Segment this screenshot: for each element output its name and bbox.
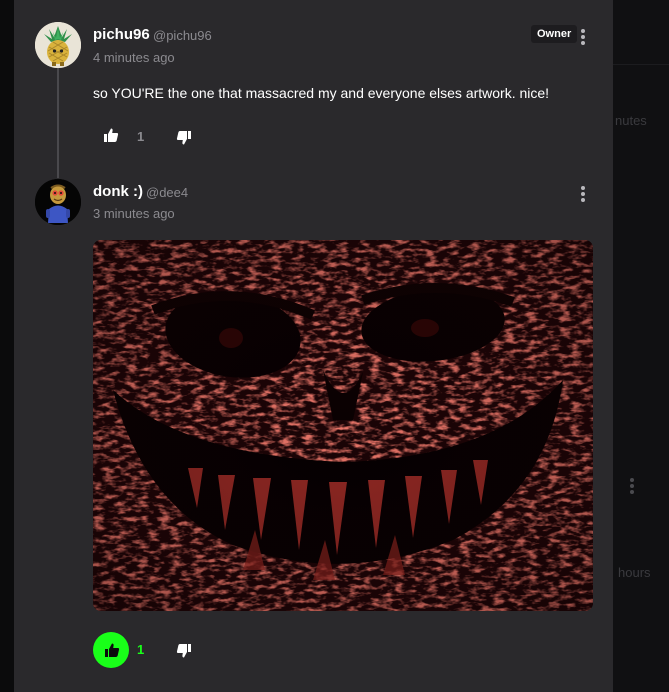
comment-handle[interactable]: @pichu96	[153, 28, 212, 43]
background-timestamp-partial: nutes	[615, 113, 647, 128]
like-count: 1	[137, 129, 145, 144]
comment-username[interactable]: donk :)	[93, 183, 143, 200]
thumbs-up-icon	[105, 643, 120, 657]
background-menu-dots-icon	[629, 478, 635, 496]
comment-menu-dots-icon[interactable]	[580, 29, 586, 47]
like-button-active[interactable]	[93, 632, 129, 668]
comment-attachment-image[interactable]	[93, 240, 593, 611]
thread-connector-line	[57, 60, 59, 178]
comment-timestamp: 4 minutes ago	[93, 50, 175, 65]
thumbs-down-icon[interactable]	[176, 130, 196, 150]
background-divider	[613, 64, 669, 65]
like-count: 1	[137, 642, 145, 657]
comment-menu-dots-icon[interactable]	[580, 186, 586, 204]
comment-timestamp: 3 minutes ago	[93, 206, 175, 221]
thumbs-up-icon[interactable]	[103, 127, 123, 147]
thumbs-down-icon[interactable]	[176, 643, 196, 663]
pineapple-avatar-icon[interactable]	[35, 22, 81, 68]
comments-page: nutes hours pichu96 @pichu96 4 minutes a…	[0, 0, 669, 692]
comment-handle[interactable]: @dee4	[146, 185, 188, 200]
comment-text: so YOU'RE the one that massacred my and …	[93, 85, 550, 101]
character-avatar-icon[interactable]	[35, 179, 81, 225]
owner-badge: Owner	[531, 25, 578, 43]
comment-username[interactable]: pichu96	[93, 26, 150, 43]
background-page-right	[613, 0, 669, 692]
background-timestamp-partial-2: hours	[618, 565, 651, 580]
